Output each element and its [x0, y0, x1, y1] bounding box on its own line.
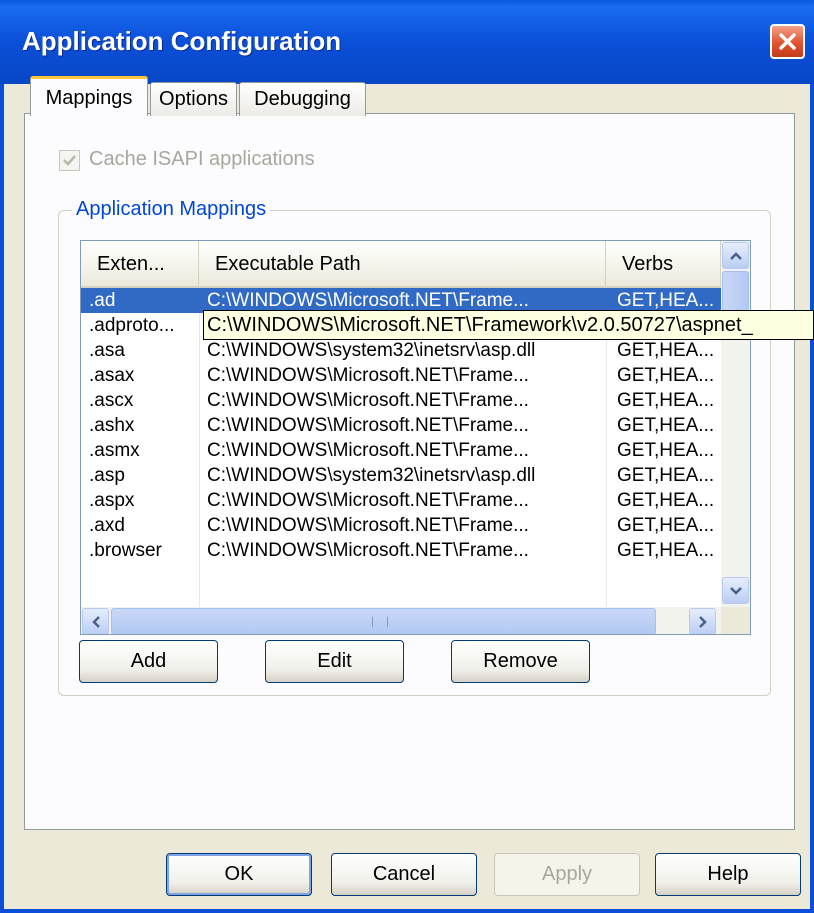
horizontal-scrollbar[interactable] — [81, 607, 721, 634]
cell-extension: .ascx — [89, 390, 134, 411]
vertical-scroll-thumb[interactable] — [722, 271, 749, 311]
scroll-left-button[interactable] — [82, 608, 109, 634]
help-button[interactable]: Help — [655, 853, 801, 896]
title-bar[interactable]: Application Configuration — [0, 0, 814, 84]
cell-verbs: GET,HEA... — [617, 515, 715, 536]
scroll-down-button[interactable] — [722, 577, 749, 604]
chevron-left-icon — [92, 616, 100, 628]
cell-verbs: GET,HEA... — [617, 465, 715, 486]
scroll-right-button[interactable] — [689, 608, 716, 634]
table-row[interactable]: .asax C:\WINDOWS\Microsoft.NET\Frame... GE… — [81, 363, 721, 388]
cell-extension: .asax — [89, 365, 135, 386]
cell-extension: .ad — [89, 290, 116, 311]
remove-button-label: Remove — [483, 650, 558, 672]
add-button-label: Add — [130, 650, 167, 672]
table-row[interactable]: .asmx C:\WINDOWS\Microsoft.NET\Frame... GE… — [81, 438, 721, 463]
cell-executable-path: C:\WINDOWS\Microsoft.NET\Frame... — [207, 440, 529, 461]
close-button[interactable] — [770, 24, 805, 59]
cell-executable-path: C:\WINDOWS\Microsoft.NET\Frame... — [207, 390, 529, 411]
cell-verbs: GET,HEA... — [617, 440, 715, 461]
column-header-verbs[interactable]: Verbs — [606, 241, 721, 288]
cell-executable-path: C:\WINDOWS\system32\inetsrv\asp.dll — [207, 465, 536, 486]
add-button[interactable]: Add — [79, 640, 218, 683]
chevron-down-icon — [730, 587, 742, 595]
tab-options[interactable]: Options — [150, 82, 237, 116]
remove-button[interactable]: Remove — [451, 640, 590, 683]
application-mappings-title: Application Mappings — [72, 198, 271, 221]
apply-button-label: Apply — [541, 863, 593, 885]
cell-executable-path: C:\WINDOWS\Microsoft.NET\Frame... — [207, 415, 529, 436]
table-row[interactable]: .asp C:\WINDOWS\system32\inetsrv\asp.dll G… — [81, 463, 721, 488]
cell-verbs: GET,HEA... — [617, 490, 715, 511]
edit-button-label: Edit — [317, 650, 352, 672]
chevron-up-icon — [730, 252, 742, 260]
column-header-executable-path[interactable]: Executable Path — [199, 241, 606, 288]
chevron-right-icon — [699, 616, 707, 628]
cache-isapi-checkbox[interactable] — [59, 150, 80, 171]
table-row[interactable]: .asa C:\WINDOWS\system32\inetsrv\asp.dll G… — [81, 338, 721, 363]
cell-extension: .browser — [89, 540, 162, 561]
column-header-extension[interactable]: Exten... — [81, 241, 199, 288]
cell-executable-path: C:\WINDOWS\system32\inetsrv\asp.dll — [207, 340, 536, 361]
cell-extension: .asa — [89, 340, 125, 361]
window-title: Application Configuration — [22, 26, 342, 56]
edit-button[interactable]: Edit — [265, 640, 404, 683]
apply-button[interactable]: Apply — [494, 853, 640, 896]
window-border-bottom — [0, 909, 814, 913]
checkmark-icon — [63, 155, 76, 166]
cell-verbs: GET,HEA... — [617, 365, 715, 386]
mappings-list[interactable]: Exten... Executable Path Verbs .ad C:\WIN… — [80, 240, 751, 635]
cell-executable-path: C:\WINDOWS\Microsoft.NET\Frame... — [207, 540, 529, 561]
window-border-right — [810, 84, 814, 913]
cancel-button-label: Cancel — [372, 863, 436, 885]
table-row[interactable]: .axd C:\WINDOWS\Microsoft.NET\Frame... GET… — [81, 513, 721, 538]
cache-isapi-label: Cache ISAPI applications — [89, 148, 315, 170]
tab-debugging[interactable]: Debugging — [239, 82, 366, 116]
scroll-up-button[interactable] — [722, 242, 749, 269]
vertical-scrollbar[interactable] — [721, 241, 750, 607]
cell-executable-path: C:\WINDOWS\Microsoft.NET\Frame... — [207, 490, 529, 511]
table-row[interactable]: .ashx C:\WINDOWS\Microsoft.NET\Frame... GE… — [81, 413, 721, 438]
application-configuration-dialog: Application Configuration Mappings Optio… — [0, 0, 814, 913]
cell-executable-path: C:\WINDOWS\Microsoft.NET\Frame... — [207, 365, 529, 386]
table-row[interactable]: .browser C:\WINDOWS\Microsoft.NET\Frame..… — [81, 538, 721, 563]
cell-extension: .asmx — [89, 440, 140, 461]
cell-extension: .aspx — [89, 490, 135, 511]
cell-verbs: GET,HEA... — [617, 540, 715, 561]
scroll-corner — [721, 607, 750, 634]
cell-extension: .axd — [89, 515, 125, 536]
cell-verbs: GET,HEA... — [617, 340, 715, 361]
ok-button-label: OK — [224, 863, 254, 885]
horizontal-scroll-thumb[interactable] — [111, 608, 656, 634]
cell-extension: .adproto... — [89, 315, 175, 336]
cell-extension: .ashx — [89, 415, 135, 436]
cell-verbs: GET,HEA... — [617, 390, 715, 411]
scroll-grip — [372, 617, 388, 627]
help-button-label: Help — [707, 863, 749, 885]
tab-mappings[interactable]: Mappings — [30, 76, 148, 116]
cell-extension: .asp — [89, 465, 125, 486]
table-row[interactable]: .ascx C:\WINDOWS\Microsoft.NET\Frame... GE… — [81, 388, 721, 413]
cell-verbs: GET,HEA... — [617, 415, 715, 436]
table-row[interactable]: .aspx C:\WINDOWS\Microsoft.NET\Frame... GE… — [81, 488, 721, 513]
close-icon — [779, 33, 796, 50]
cell-executable-path: C:\WINDOWS\Microsoft.NET\Frame... — [207, 515, 529, 536]
cancel-button[interactable]: Cancel — [331, 853, 477, 896]
path-tooltip: C:\WINDOWS\Microsoft.NET\Framework\v2.0.… — [203, 310, 814, 340]
ok-button[interactable]: OK — [166, 853, 312, 896]
